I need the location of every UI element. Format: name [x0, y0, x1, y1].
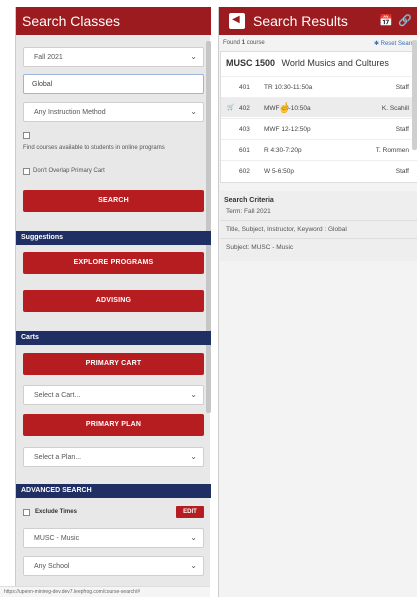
search-criteria-title: Search Criteria — [224, 197, 274, 204]
search-button[interactable]: SEARCH — [23, 190, 204, 212]
exclude-times-checkbox[interactable] — [23, 509, 30, 516]
link-icon[interactable]: 🔗 — [398, 14, 412, 27]
instruction-method-select[interactable]: Any Instruction Method ⌄ — [23, 102, 204, 122]
app-window: Search Classes Fall 2021 ⌄ Global Any In… — [0, 0, 417, 597]
school-select[interactable]: Any School ⌄ — [23, 556, 204, 576]
chevron-down-icon: ⌄ — [190, 390, 197, 399]
divider — [220, 220, 417, 221]
criteria-keyword: Title, Subject, Instructor, Keyword : Gl… — [226, 226, 347, 233]
section-row[interactable]: 403 MWF 12-12:50p Staff — [221, 118, 417, 138]
plan-select[interactable]: Select a Plan... ⌄ — [23, 447, 204, 467]
chevron-down-icon: ⌄ — [190, 533, 197, 542]
exclude-times-label: Exclude Times — [35, 509, 77, 515]
advanced-search-header: ADVANCED SEARCH — [16, 484, 211, 498]
criteria-term: Term: Fall 2021 — [226, 208, 271, 215]
search-results-header: ◀ Search Results 📅 🔗 — [219, 7, 417, 35]
carts-section-header: Carts — [16, 331, 211, 345]
reset-icon: ✱ — [373, 41, 379, 47]
divider — [220, 238, 417, 239]
hand-cursor-icon: ☝ — [278, 103, 291, 114]
back-button[interactable]: ◀ — [229, 13, 245, 29]
search-classes-header: Search Classes — [16, 7, 211, 35]
search-classes-panel: Search Classes Fall 2021 ⌄ Global Any In… — [15, 7, 211, 597]
course-code: MUSC 1500 — [226, 58, 276, 68]
right-scrollbar[interactable] — [412, 40, 417, 150]
search-classes-title: Search Classes — [22, 13, 121, 29]
no-overlap-label: Don't Overlap Primary Cart — [33, 168, 105, 174]
chevron-down-icon: ⌄ — [190, 561, 197, 570]
chevron-down-icon: ⌄ — [190, 452, 197, 461]
criteria-subject: Subject: MUSC - Music — [226, 244, 294, 251]
advising-button[interactable]: ADVISING — [23, 290, 204, 312]
left-scrollbar[interactable] — [206, 41, 211, 413]
primary-plan-button[interactable]: PRIMARY PLAN — [23, 414, 204, 436]
reset-search-link[interactable]: ✱ Reset Search — [374, 40, 417, 47]
search-results-panel: ◀ Search Results 📅 🔗 Found 1 course ✱ Re… — [218, 7, 417, 597]
section-row[interactable]: 601 R 4:30-7:20p T. Rommen — [221, 139, 417, 159]
suggestions-section-header: Suggestions — [16, 231, 211, 245]
course-result-card[interactable]: MUSC 1500 World Musics and Cultures 401 … — [220, 51, 417, 183]
cart-select[interactable]: Select a Cart... ⌄ — [23, 385, 204, 405]
chevron-down-icon: ⌄ — [190, 52, 197, 61]
course-name: World Musics and Cultures — [281, 58, 389, 68]
primary-cart-button[interactable]: PRIMARY CART — [23, 353, 204, 375]
edit-times-button[interactable]: EDIT — [176, 506, 204, 518]
no-overlap-checkbox[interactable] — [23, 168, 30, 175]
status-bar-url: https://upenn-minireg-dev.dev7.leepfrog.… — [0, 586, 210, 597]
course-heading[interactable]: MUSC 1500 World Musics and Cultures — [226, 58, 389, 68]
cart-icon: 🛒 — [227, 105, 235, 111]
section-row[interactable]: 602 W 5-6:50p Staff — [221, 160, 417, 180]
search-results-title: Search Results — [253, 13, 348, 29]
online-programs-checkbox[interactable] — [23, 132, 30, 139]
section-row[interactable]: 401 TR 10:30-11:50a Staff — [221, 76, 417, 96]
term-select[interactable]: Fall 2021 ⌄ — [23, 47, 204, 67]
chevron-down-icon: ⌄ — [190, 107, 197, 116]
results-count: Found 1 course — [223, 40, 265, 46]
results-count-number: 1 — [241, 40, 246, 46]
explore-programs-button[interactable]: EXPLORE PROGRAMS — [23, 252, 204, 274]
section-row[interactable]: 🛒 402 MWF 10-10:50a K. Scahill ☝ — [221, 97, 417, 117]
search-criteria-box: Search Criteria Term: Fall 2021 Title, S… — [220, 191, 417, 261]
back-arrow-icon: ◀ — [232, 14, 240, 25]
subject-select[interactable]: MUSC - Music ⌄ — [23, 528, 204, 548]
keyword-input[interactable]: Global — [23, 74, 204, 94]
online-programs-label: Find courses available to students in on… — [23, 145, 165, 151]
calendar-icon[interactable]: 📅 — [379, 14, 393, 27]
